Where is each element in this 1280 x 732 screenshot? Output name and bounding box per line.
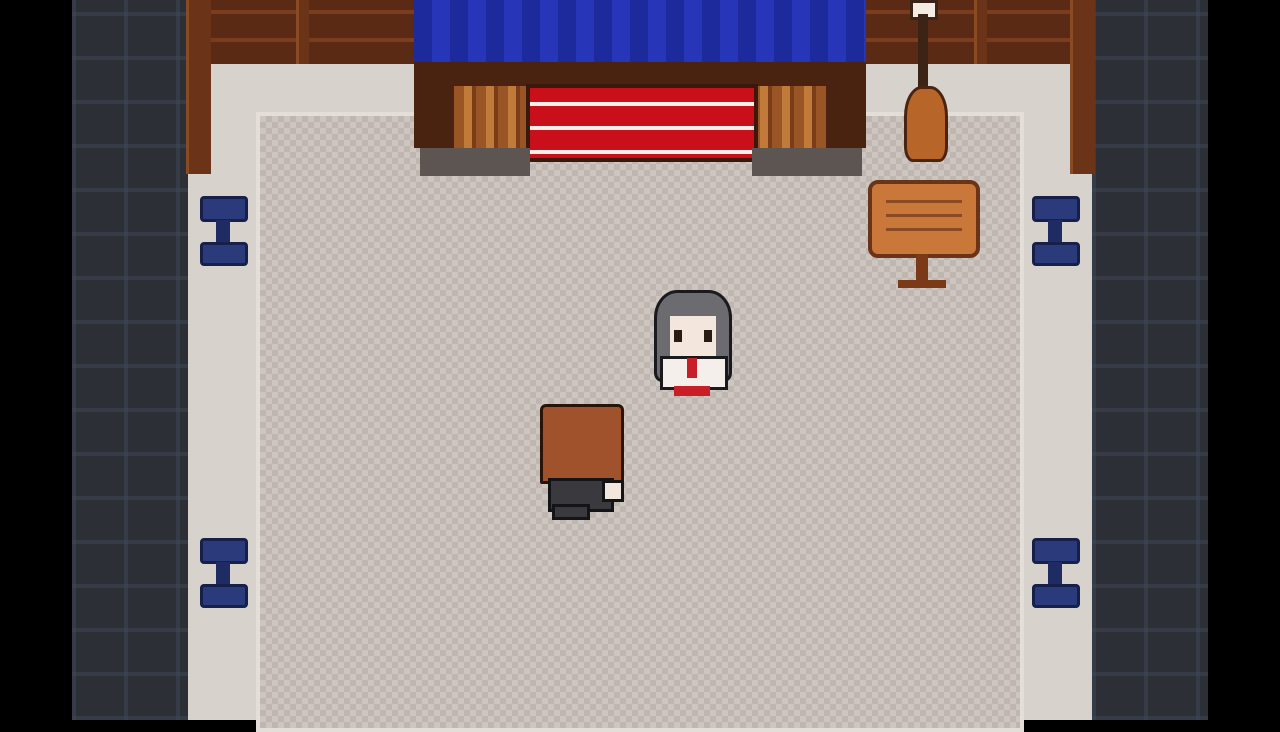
stage-door[interactable] xyxy=(526,84,758,162)
boy-brown-hair-sprite[interactable] xyxy=(538,404,628,520)
stage-step-left xyxy=(420,148,530,176)
npc-eye-left xyxy=(674,330,682,342)
railing-post-left xyxy=(186,0,211,174)
railing-post-right-2 xyxy=(974,0,987,64)
npc-eye-right xyxy=(704,330,712,342)
letterbox-left xyxy=(0,0,72,720)
railing-post-left-2 xyxy=(296,0,309,64)
stool-icon[interactable] xyxy=(198,538,250,610)
stone-wall-right xyxy=(1092,0,1208,720)
girl-gray-hair-sprite[interactable] xyxy=(652,290,734,402)
stool-icon[interactable] xyxy=(1030,196,1082,268)
stage-step-right xyxy=(752,148,862,176)
stage-roof xyxy=(414,0,866,66)
sign-board xyxy=(868,180,980,258)
stage-icon[interactable] xyxy=(414,0,866,176)
stool-icon[interactable] xyxy=(198,196,250,268)
railing-post-right xyxy=(1070,0,1095,174)
stone-wall-left xyxy=(72,0,188,720)
npc-skirt xyxy=(674,386,710,396)
lamp-body xyxy=(904,86,948,162)
stool-icon[interactable] xyxy=(1030,538,1082,610)
stage-panel-left xyxy=(454,86,534,148)
player-legs xyxy=(552,504,590,520)
wooden-sign-icon[interactable] xyxy=(866,180,982,292)
lamp-post-icon[interactable] xyxy=(896,0,954,166)
letterbox-right xyxy=(1208,0,1280,720)
player-hair xyxy=(540,404,624,484)
stage-panel-right xyxy=(750,86,826,148)
npc-ribbon xyxy=(687,358,697,378)
player-hand xyxy=(602,480,624,502)
